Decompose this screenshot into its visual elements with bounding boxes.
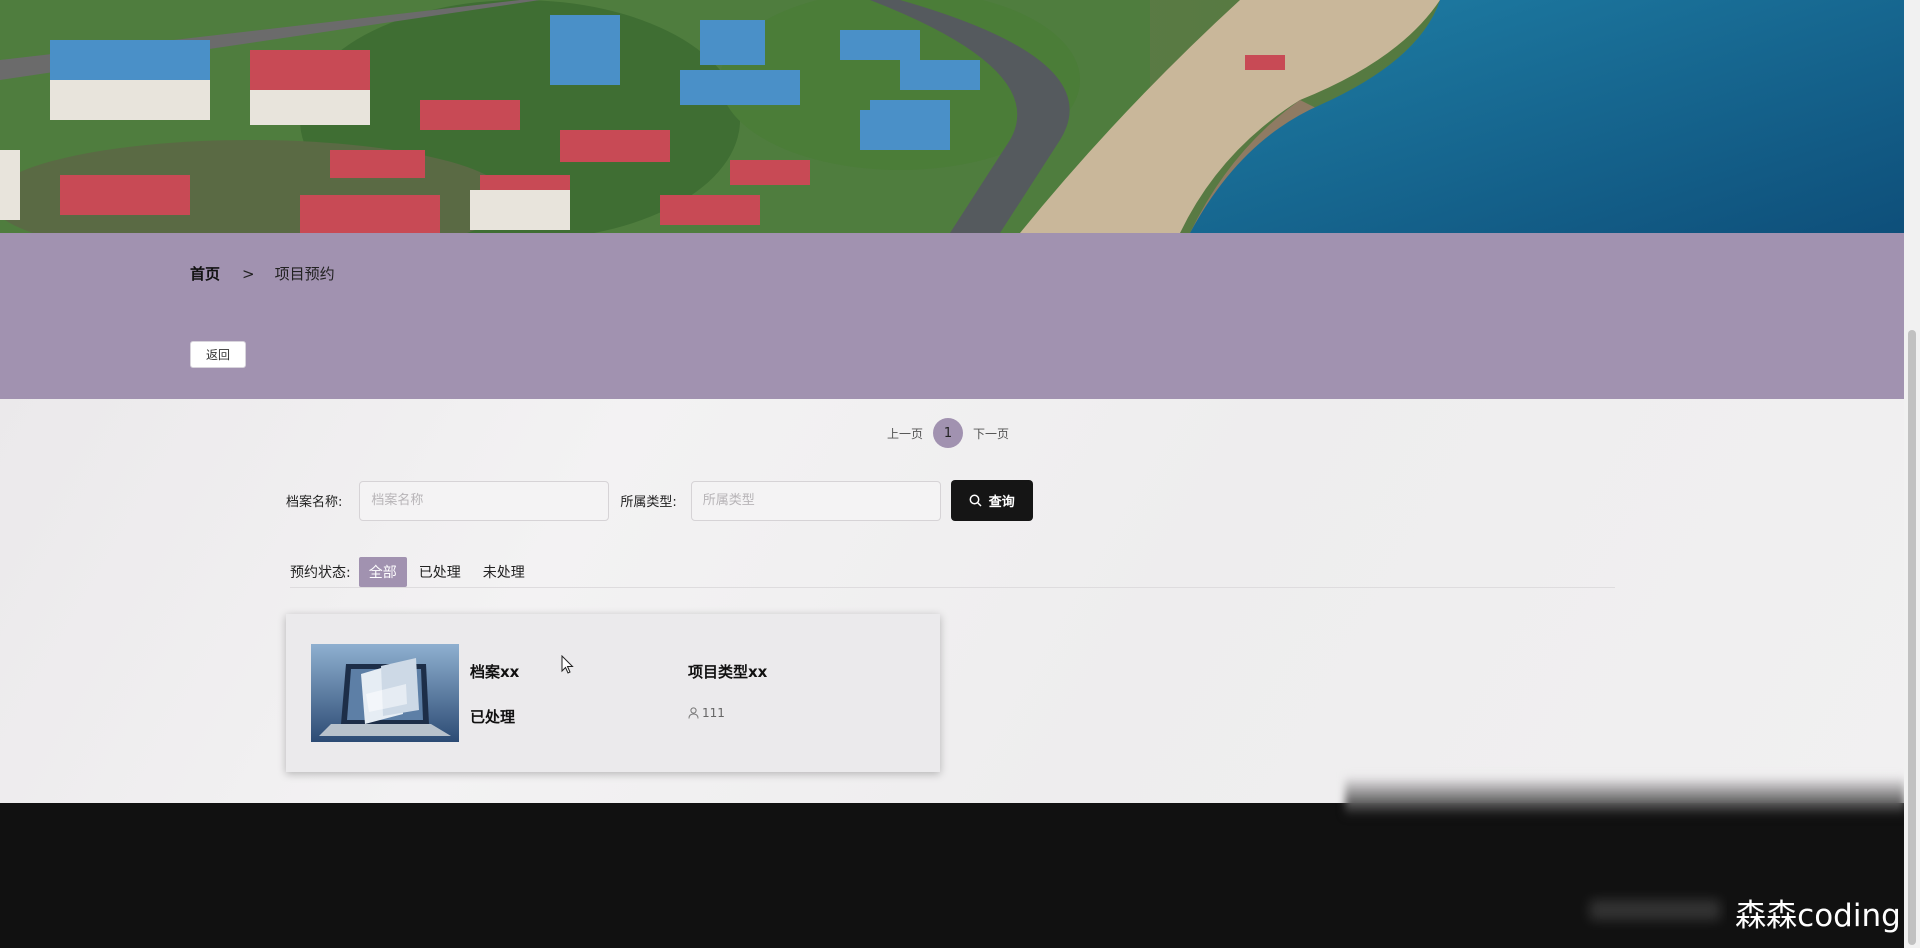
back-button[interactable]: 返回 [190, 341, 246, 368]
status-option-unprocessed[interactable]: 未处理 [473, 557, 535, 587]
status-option-processed[interactable]: 已处理 [409, 557, 471, 587]
card-status: 已处理 [470, 708, 516, 726]
search-button-label: 查询 [988, 495, 1015, 510]
page-number-button[interactable]: 1 [933, 418, 964, 448]
category-input[interactable] [690, 480, 941, 521]
reservation-card[interactable] [286, 614, 940, 772]
search-bar: 档案名称: 所属类型: 查询 [286, 480, 1033, 521]
user-icon [688, 707, 699, 719]
pagination: 上一页 1 下一页 [887, 418, 1009, 448]
card-thumbnail-image [311, 644, 459, 742]
next-page-button[interactable]: 下一页 [973, 425, 1009, 442]
status-filter-label: 预约状态: [290, 565, 351, 581]
breadcrumb: 首页 > 项目预约 [190, 263, 335, 284]
archive-name-input[interactable] [359, 480, 610, 521]
scrollbar-thumb[interactable] [1908, 330, 1916, 945]
prev-page-button[interactable]: 上一页 [887, 425, 923, 442]
breadcrumb-separator: > [242, 264, 255, 283]
mouse-cursor-icon [561, 654, 575, 679]
reservation-status-filter: 预约状态: 全部 已处理 未处理 [290, 557, 1615, 588]
blurred-overlay [1345, 776, 1905, 816]
hero-banner-image [0, 0, 1904, 233]
breadcrumb-current: 项目预约 [274, 265, 335, 283]
search-icon [969, 494, 982, 507]
card-user-count: 111 [688, 706, 725, 720]
user-count-value: 111 [702, 706, 725, 720]
vertical-scrollbar[interactable] [1904, 0, 1920, 948]
archive-name-label: 档案名称: [286, 495, 343, 510]
card-project-type: 项目类型xx [688, 663, 768, 681]
watermark: 森森coding [1727, 890, 1909, 934]
page-header-band [0, 233, 1904, 399]
blurred-footer-text [1590, 900, 1720, 920]
search-button[interactable]: 查询 [950, 480, 1033, 521]
card-title: 档案xx [470, 663, 520, 681]
status-option-all[interactable]: 全部 [358, 557, 407, 587]
category-label: 所属类型: [620, 495, 677, 510]
footer [0, 803, 1904, 948]
breadcrumb-home-link[interactable]: 首页 [190, 263, 220, 284]
